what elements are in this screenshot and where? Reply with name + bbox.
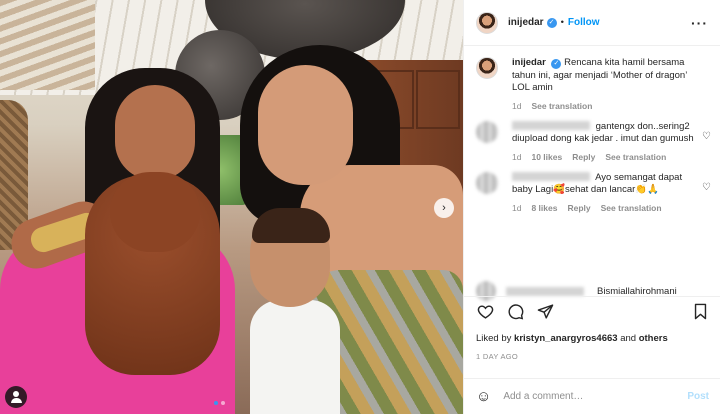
staircase-background — [0, 0, 95, 90]
carousel-dots — [214, 401, 225, 405]
smiley-icon[interactable]: ☺ — [476, 388, 491, 405]
baby-hair — [252, 208, 330, 243]
verified-badge-icon: ✓ — [546, 17, 557, 28]
post-comment-button[interactable]: Post — [687, 391, 709, 402]
avatar[interactable] — [476, 171, 498, 194]
list-item: gantengx don..sering2 diupload dong kak … — [476, 120, 711, 162]
see-translation-link[interactable]: See translation — [601, 203, 662, 213]
share-button[interactable] — [536, 303, 554, 321]
save-button[interactable] — [691, 303, 709, 321]
caption: inijedar ✓ Rencana kita hamil bersama ta… — [476, 57, 709, 111]
comment-username[interactable] — [512, 172, 590, 182]
comment-input[interactable] — [503, 391, 688, 402]
follow-button[interactable]: Follow — [568, 17, 600, 28]
tagged-users-button[interactable] — [5, 386, 27, 408]
next-photo-button[interactable]: › — [434, 198, 454, 218]
comment-time: 1d — [512, 151, 522, 162]
verified-badge-icon: ✓ — [551, 59, 562, 69]
user-tag-icon — [13, 391, 19, 397]
post-header: inijedar ✓ • Follow ··· — [464, 0, 720, 46]
comment-text: Bismiallahirohmani — [597, 285, 677, 297]
like-comment-heart-icon[interactable]: ♡ — [702, 182, 711, 193]
list-item: Ayo semangat dapat baby Lagi🥰sehat dan l… — [476, 171, 711, 213]
avatar[interactable] — [476, 11, 498, 34]
header-username[interactable]: inijedar — [508, 17, 544, 28]
avatar[interactable] — [476, 57, 498, 79]
bookmark-icon — [694, 303, 706, 320]
post-timestamp[interactable]: 1 DAY AGO — [476, 352, 518, 361]
poodle-head — [110, 172, 200, 252]
paper-plane-icon — [537, 304, 553, 319]
avatar[interactable] — [476, 120, 498, 143]
header-separator: • — [560, 17, 564, 28]
chevron-right-icon: › — [442, 202, 446, 214]
woman-left-face — [115, 85, 195, 180]
comment-button[interactable] — [506, 303, 524, 321]
woman-right-face — [258, 65, 353, 185]
post-actions — [464, 296, 720, 326]
likes-and: and — [620, 333, 637, 344]
carousel-dot — [214, 401, 218, 405]
reply-button[interactable]: Reply — [572, 152, 595, 162]
comment-icon — [508, 304, 523, 320]
likes-prefix: Liked by — [476, 333, 512, 344]
like-comment-heart-icon[interactable]: ♡ — [702, 131, 711, 142]
comment-likes[interactable]: 10 likes — [531, 152, 562, 162]
reply-button[interactable]: Reply — [567, 203, 590, 213]
see-translation-link[interactable]: See translation — [531, 101, 592, 111]
comment-likes[interactable]: 8 likes — [531, 203, 557, 213]
post-sidebar: inijedar ✓ • Follow ··· inijedar ✓ Renca… — [463, 0, 720, 414]
caption-username[interactable]: inijedar — [512, 57, 546, 68]
comments-list[interactable]: inijedar ✓ Rencana kita hamil bersama ta… — [464, 47, 720, 287]
add-comment-bar: ☺ Post — [464, 378, 720, 414]
carousel-dot — [221, 401, 225, 405]
caption-time: 1d — [512, 100, 522, 111]
post-photo[interactable]: › — [0, 0, 463, 414]
baby-body — [250, 300, 340, 414]
likes-summary: Liked by kristyn_anargyros4663 and other… — [476, 333, 668, 344]
more-horizontal-icon[interactable]: ··· — [691, 15, 708, 31]
like-button[interactable] — [476, 303, 494, 321]
heart-icon — [477, 305, 493, 319]
comment-username[interactable] — [512, 121, 590, 131]
comment-username[interactable] — [506, 286, 584, 296]
liked-by-user[interactable]: kristyn_anargyros4663 — [514, 333, 618, 344]
see-translation-link[interactable]: See translation — [605, 152, 666, 162]
comment-time: 1d — [512, 202, 522, 213]
likes-others-link[interactable]: others — [639, 333, 668, 344]
